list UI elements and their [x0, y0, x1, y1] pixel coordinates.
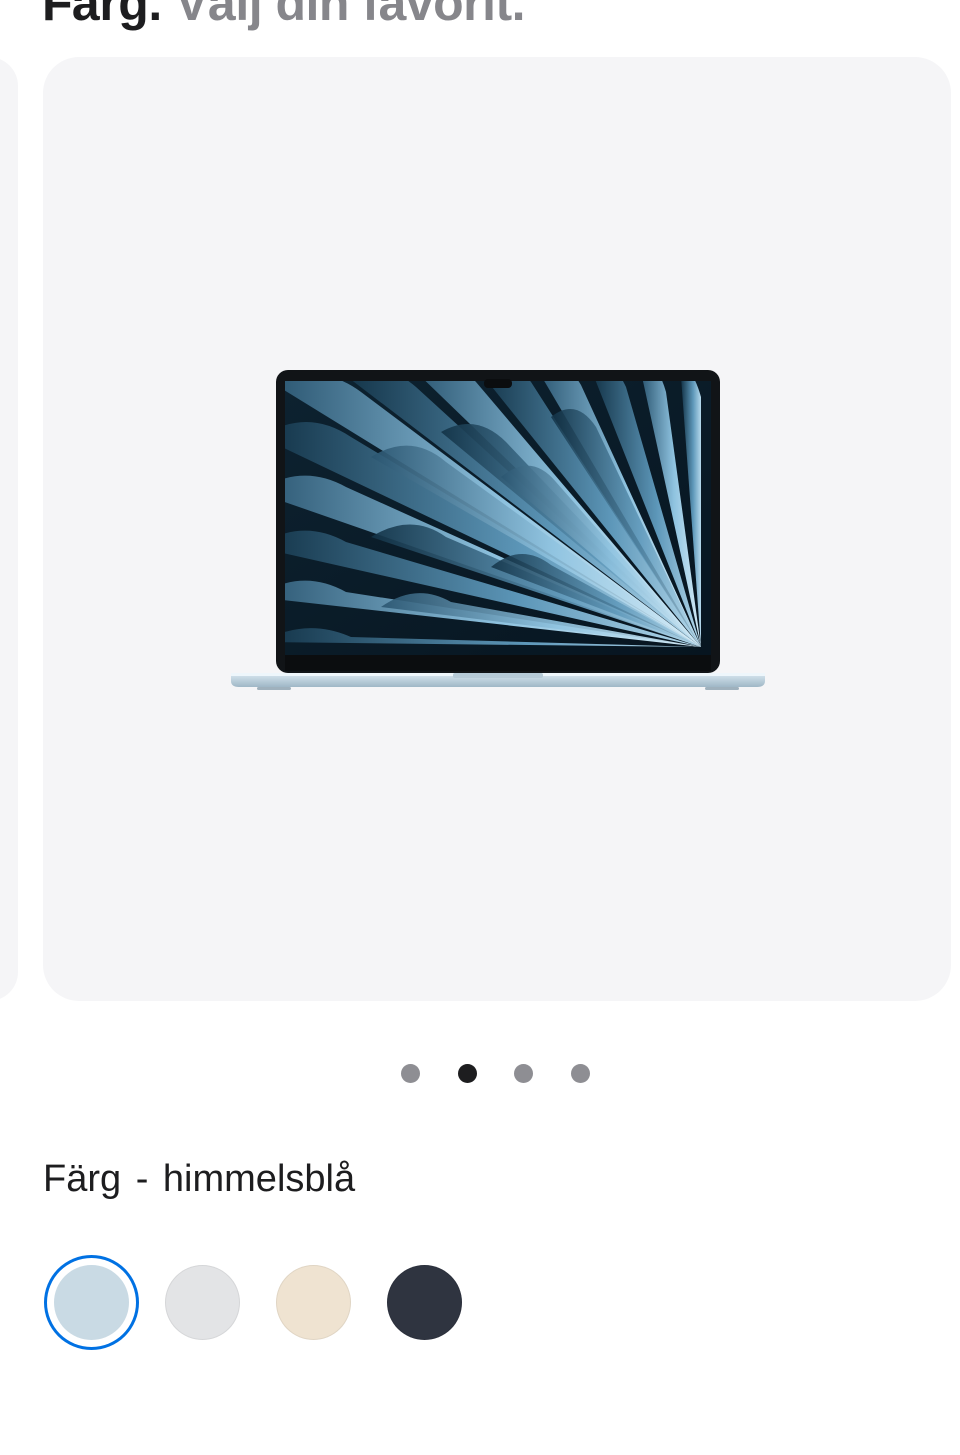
color-swatch-1[interactable]: [54, 1265, 129, 1340]
gallery-pagination: [0, 1064, 960, 1084]
pagination-dot-2[interactable]: [458, 1064, 477, 1083]
color-label-prefix: Färg: [43, 1158, 122, 1200]
page-title: Färg. Välj din favorit.: [42, 0, 526, 32]
gallery-card[interactable]: [43, 57, 951, 1001]
color-swatch-3[interactable]: [276, 1265, 351, 1340]
macbook-air-laptop-icon: [231, 370, 765, 690]
pagination-dot-3[interactable]: [514, 1064, 533, 1083]
title-strong: Färg.: [42, 0, 162, 31]
selected-color-label: Färg - himmelsblå: [43, 1158, 355, 1201]
color-swatch-4[interactable]: [387, 1265, 462, 1340]
title-muted: Välj din favorit.: [175, 0, 526, 31]
color-swatch-2[interactable]: [165, 1265, 240, 1340]
color-label-separator: -: [135, 1158, 149, 1200]
pagination-dot-4[interactable]: [571, 1064, 590, 1083]
product-color-page: Färg. Välj din favorit. Färg - himmelsbl…: [0, 0, 960, 1455]
pagination-dot-1[interactable]: [401, 1064, 420, 1083]
previous-gallery-card[interactable]: [0, 57, 18, 1001]
color-label-name: himmelsblå: [162, 1158, 356, 1200]
